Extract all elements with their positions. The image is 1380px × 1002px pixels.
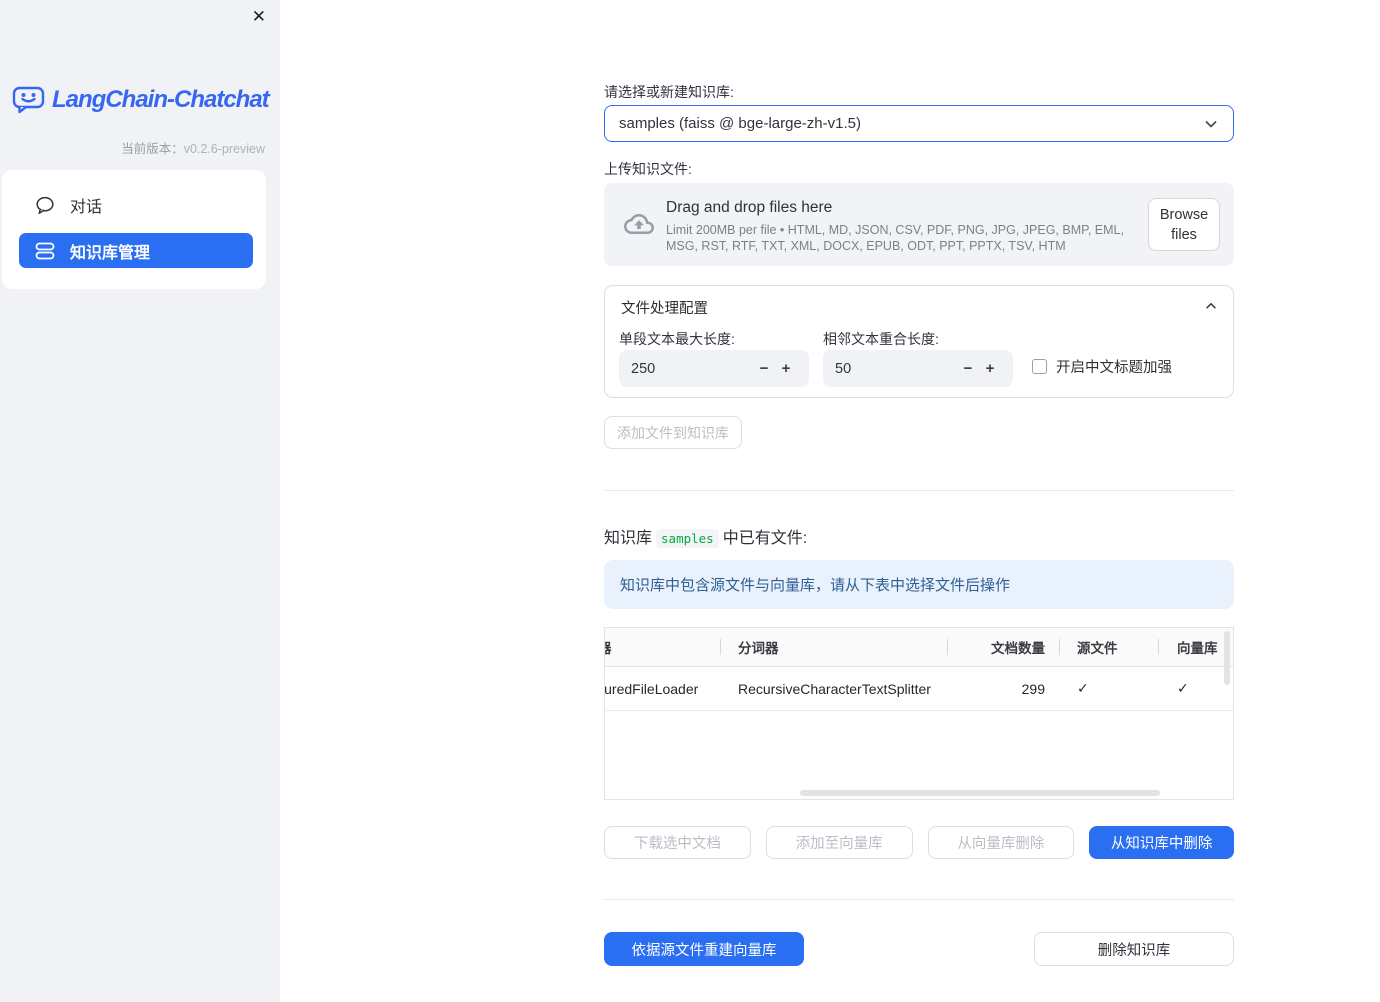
kb-selectbox-value: samples (faiss @ bge-large-zh-v1.5) <box>619 115 861 132</box>
upload-label: 上传知识文件: <box>604 161 692 177</box>
file-dropzone[interactable]: Drag and drop files here Limit 200MB per… <box>604 183 1234 266</box>
info-banner: 知识库中包含源文件与向量库，请从下表中选择文件后操作 <box>604 560 1234 609</box>
cell-loader[interactable]: UnstructuredFileLoader <box>605 667 720 710</box>
chunk-size-input[interactable]: 250 − + <box>619 350 809 387</box>
col-header-vector-store[interactable]: 向量库 <box>1158 628 1233 666</box>
chunk-size-label: 单段文本最大长度: <box>619 331 735 347</box>
cloud-upload-icon <box>621 209 657 239</box>
divider <box>604 490 1234 491</box>
delete-from-kb-button[interactable]: 从知识库中删除 <box>1089 826 1234 859</box>
zh-title-checkbox-label: 开启中文标题加强 <box>1056 360 1172 376</box>
decrement-button[interactable]: − <box>957 360 979 377</box>
sidebar-item-dialogue[interactable]: 对话 <box>19 187 253 222</box>
add-to-vectorstore-button[interactable]: 添加至向量库 <box>765 826 913 859</box>
col-header-docs-count[interactable]: 文档数量 <box>947 628 1059 666</box>
overlap-size-input[interactable]: 50 − + <box>823 350 1013 387</box>
speech-bubble-icon <box>35 195 55 215</box>
version-text: 当前版本：v0.2.6-preview <box>121 142 265 156</box>
sidebar-item-kb-management[interactable]: 知识库管理 <box>19 233 253 268</box>
cell-docs-count[interactable]: 299 <box>947 667 1059 710</box>
kb-name-code: samples <box>656 529 719 548</box>
download-selected-button[interactable]: 下载选中文档 <box>604 826 751 859</box>
zh-title-checkbox[interactable] <box>1032 359 1047 374</box>
cell-splitter[interactable]: RecursiveCharacterTextSplitter <box>720 667 947 710</box>
kb-select-label: 请选择或新建知识库: <box>604 84 734 100</box>
expander-title[interactable]: 文件处理配置 <box>621 297 708 318</box>
kb-selectbox[interactable]: samples (faiss @ bge-large-zh-v1.5) <box>604 105 1234 142</box>
overlap-size-value: 50 <box>835 360 852 377</box>
app-title: LangChain-Chatchat <box>52 86 270 113</box>
cell-source-file-check[interactable]: ✓ <box>1059 667 1158 710</box>
sidebar-menu: 对话 知识库管理 <box>2 170 266 289</box>
chat-smiley-logo-icon <box>12 86 45 114</box>
increment-button[interactable]: + <box>775 360 797 377</box>
table-row[interactable]: UnstructuredFileLoader RecursiveCharacte… <box>605 667 1233 711</box>
app-root: ✕ LangChain-Chatchat 当前版本：v0.2.6-preview <box>0 0 1380 1002</box>
file-config-expander: 文件处理配置 单段文本最大长度: 相邻文本重合长度: 250 − + 50 − … <box>604 285 1234 398</box>
chevron-down-icon <box>1203 116 1219 132</box>
vertical-scrollbar[interactable] <box>1224 631 1230 685</box>
rebuild-vectorstore-button[interactable]: 依据源文件重建向量库 <box>604 932 804 966</box>
decrement-button[interactable]: − <box>753 360 775 377</box>
col-header-loader[interactable]: 文档加载器 <box>605 628 720 666</box>
sidebar-item-label: 对话 <box>70 198 103 216</box>
delete-kb-button[interactable]: 删除知识库 <box>1034 932 1234 966</box>
sidebar-item-label: 知识库管理 <box>70 244 151 262</box>
delete-from-vectorstore-button[interactable]: 从向量库删除 <box>927 826 1075 859</box>
browse-files-button[interactable]: Browse files <box>1148 198 1220 251</box>
divider <box>604 899 1234 900</box>
sidebar-close-icon[interactable]: ✕ <box>252 7 266 27</box>
zh-title-checkbox-row: 开启中文标题加强 <box>1032 356 1172 377</box>
chevron-up-icon[interactable] <box>1204 299 1218 313</box>
cell-vector-store-check[interactable]: ✓ <box>1158 667 1233 710</box>
chunk-size-value: 250 <box>631 360 656 377</box>
dropzone-hint: Limit 200MB per file • HTML, MD, JSON, C… <box>666 223 1124 253</box>
sidebar: ✕ LangChain-Chatchat 当前版本：v0.2.6-preview <box>0 0 280 1002</box>
file-action-buttons: 下载选中文档 添加至向量库 从向量库删除 从知识库中删除 <box>604 826 1234 859</box>
add-files-to-kb-button[interactable]: 添加文件到知识库 <box>604 416 742 449</box>
dropzone-title: Drag and drop files here <box>666 199 833 216</box>
table-header-row: 文档加载器 分词器 文档数量 源文件 向量库 <box>605 628 1233 667</box>
app-logo: LangChain-Chatchat <box>12 86 270 114</box>
col-header-source-file[interactable]: 源文件 <box>1059 628 1158 666</box>
kb-files-heading: 知识库 samples 中已有文件: <box>604 529 808 548</box>
kb-files-table[interactable]: 文档加载器 分词器 文档数量 源文件 向量库 UnstructuredFileL… <box>604 627 1234 800</box>
col-header-splitter[interactable]: 分词器 <box>720 628 947 666</box>
stacked-bars-icon <box>35 241 55 261</box>
overlap-size-label: 相邻文本重合长度: <box>823 331 939 347</box>
increment-button[interactable]: + <box>979 360 1001 377</box>
horizontal-scrollbar[interactable] <box>800 790 1160 796</box>
